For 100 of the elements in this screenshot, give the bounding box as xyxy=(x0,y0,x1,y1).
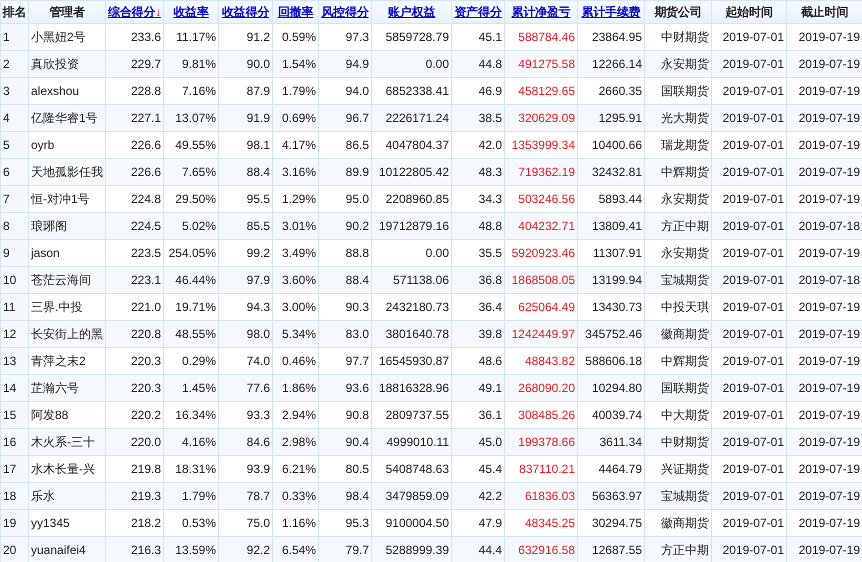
table-cell: 2019-07-01 xyxy=(712,266,786,294)
table-cell: 199378.66 xyxy=(504,428,578,456)
table-cell: 1.45% xyxy=(164,374,218,402)
table-cell: 11 xyxy=(0,294,28,320)
table-cell: 5.02% xyxy=(164,212,218,240)
table-cell: 永安期货 xyxy=(644,50,712,78)
column-header: 截止时间 xyxy=(786,0,862,24)
table-cell: 13.07% xyxy=(164,104,218,132)
table-cell: 2019-07-19 xyxy=(786,158,862,186)
table-cell: 2019-07-01 xyxy=(712,428,786,456)
table-cell: 2019-07-18 xyxy=(786,266,862,294)
table-cell: 12266.14 xyxy=(578,50,644,78)
table-cell: 中辉期货 xyxy=(644,158,712,186)
table-cell: 224.5 xyxy=(106,212,164,240)
table-cell: 9.81% xyxy=(164,50,218,78)
table-cell: 3.01% xyxy=(272,212,318,240)
table-cell: 宝城期货 xyxy=(644,266,712,294)
table-cell: 49.1 xyxy=(452,374,504,402)
table-cell: 苍茫云海间 xyxy=(28,266,106,294)
table-cell: 2019-07-01 xyxy=(712,320,786,348)
table-cell: 1295.91 xyxy=(578,104,644,132)
table-cell: 38.5 xyxy=(452,104,504,132)
table-cell: 223.1 xyxy=(106,266,164,294)
table-cell: 220.3 xyxy=(106,374,164,402)
table-cell: 220.0 xyxy=(106,428,164,456)
table-cell: 19 xyxy=(0,510,28,536)
table-cell: 571138.06 xyxy=(372,266,452,294)
table-cell: 2019-07-19 xyxy=(786,536,862,562)
table-cell: 7 xyxy=(0,186,28,212)
table-cell: 3 xyxy=(0,78,28,104)
table-cell: 61836.03 xyxy=(504,482,578,510)
table-cell: 219.3 xyxy=(106,482,164,510)
table-cell: 3801640.78 xyxy=(372,320,452,348)
table-cell: 真欣投资 xyxy=(28,50,106,78)
table-cell: 89.9 xyxy=(318,158,372,186)
table-cell: 2019-07-01 xyxy=(712,50,786,78)
table-cell: 方正中期 xyxy=(644,212,712,240)
table-cell: 2019-07-01 xyxy=(712,212,786,240)
table-cell: 220.8 xyxy=(106,320,164,348)
table-cell: 2019-07-01 xyxy=(712,482,786,510)
column-header: 起始时间 xyxy=(712,0,786,24)
table-cell: 5288999.39 xyxy=(372,536,452,562)
table-cell: yuanaifei4 xyxy=(28,536,106,562)
table-cell: 46.44% xyxy=(164,266,218,294)
table-cell: 491275.58 xyxy=(504,50,578,78)
table-cell: 44.8 xyxy=(452,50,504,78)
table-cell: 徽商期货 xyxy=(644,320,712,348)
table-cell: 亿隆华睿1号 xyxy=(28,104,106,132)
table-cell: 48.8 xyxy=(452,212,504,240)
table-cell: 2019-07-01 xyxy=(712,536,786,562)
table-cell: 226.6 xyxy=(106,158,164,186)
table-cell: 2019-07-18 xyxy=(786,212,862,240)
table-cell: 632916.58 xyxy=(504,536,578,562)
table-cell: 79.7 xyxy=(318,536,372,562)
table-cell: 20 xyxy=(0,536,28,562)
table-cell: 1.54% xyxy=(272,50,318,78)
table-cell: 93.6 xyxy=(318,374,372,402)
table-cell: 长安街上的黑 xyxy=(28,320,106,348)
table-cell: 2 xyxy=(0,50,28,78)
table-cell: 92.2 xyxy=(218,536,272,562)
table-cell: 88.4 xyxy=(318,266,372,294)
table-cell: 98.4 xyxy=(318,482,372,510)
table-cell: 6 xyxy=(0,158,28,186)
table-cell: 2019-07-01 xyxy=(712,104,786,132)
table-cell: 94.9 xyxy=(318,50,372,78)
table-cell: 芷瀚六号 xyxy=(28,374,106,402)
column-header: 期货公司 xyxy=(644,0,712,24)
table-cell: 90.0 xyxy=(218,50,272,78)
table-cell: 1868508.05 xyxy=(504,266,578,294)
table-cell: 2226171.24 xyxy=(372,104,452,132)
table-cell: 48.55% xyxy=(164,320,218,348)
table-cell: 13199.94 xyxy=(578,266,644,294)
table-cell: 90.4 xyxy=(318,428,372,456)
table-cell: 227.1 xyxy=(106,104,164,132)
table-cell: 18816328.96 xyxy=(372,374,452,402)
table-cell: 229.7 xyxy=(106,50,164,78)
table-cell: 42.2 xyxy=(452,482,504,510)
table-cell: 7.65% xyxy=(164,158,218,186)
table-cell: 2019-07-19 xyxy=(786,482,862,510)
table-cell: 97.9 xyxy=(218,266,272,294)
table-cell: 3479859.09 xyxy=(372,482,452,510)
table-cell: 404232.71 xyxy=(504,212,578,240)
table-cell: 48.3 xyxy=(452,158,504,186)
table-cell: 宝城期货 xyxy=(644,482,712,510)
table-cell: 12687.55 xyxy=(578,536,644,562)
table-cell: 10 xyxy=(0,266,28,294)
table-cell: 32432.81 xyxy=(578,158,644,186)
table-cell: 77.6 xyxy=(218,374,272,402)
table-cell: 6.54% xyxy=(272,536,318,562)
table-cell: 4.16% xyxy=(164,428,218,456)
table-cell: 9 xyxy=(0,240,28,266)
table-cell: 98.0 xyxy=(218,320,272,348)
table-cell: 2019-07-19 xyxy=(786,50,862,78)
table-cell: 19712879.16 xyxy=(372,212,452,240)
table-cell: 1 xyxy=(0,24,28,50)
table-cell: 1242449.97 xyxy=(504,320,578,348)
table-cell: 木火系-三十 xyxy=(28,428,106,456)
table-cell: 中财期货 xyxy=(644,428,712,456)
table-cell: 2019-07-01 xyxy=(712,158,786,186)
table-cell: 14 xyxy=(0,374,28,402)
